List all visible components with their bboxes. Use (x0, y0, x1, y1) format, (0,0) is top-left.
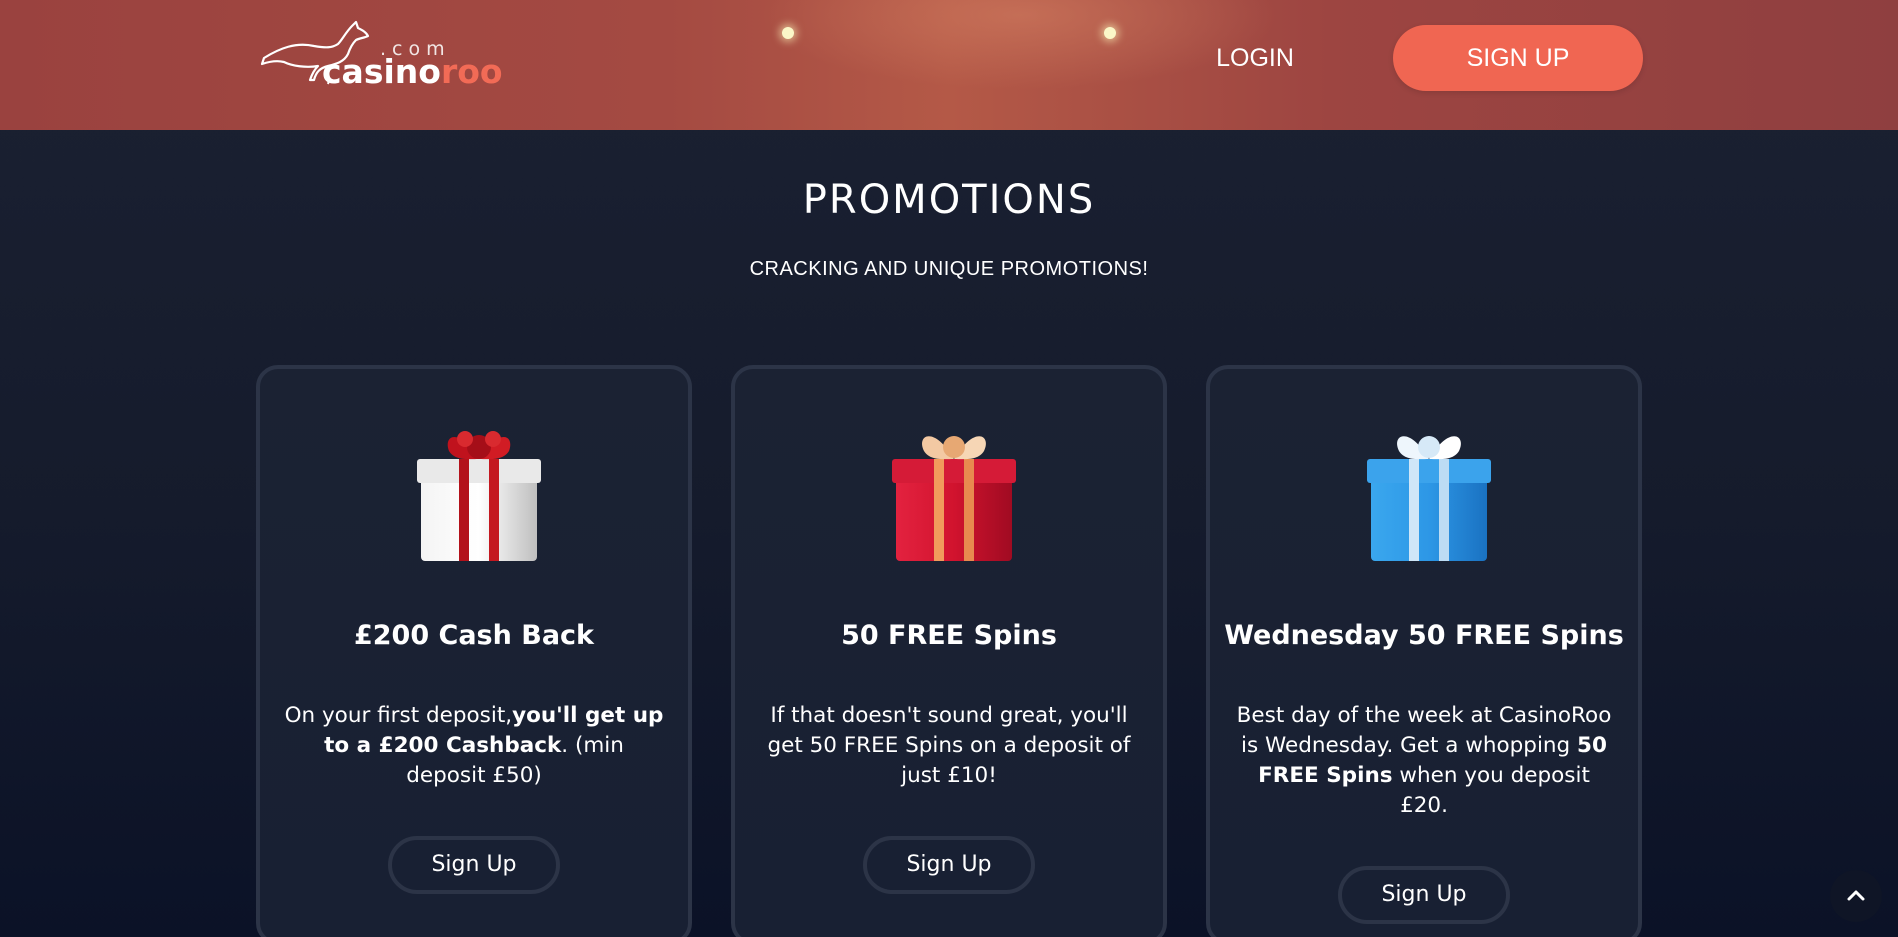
red-gift-box-icon (892, 436, 1016, 561)
white-gift-box-icon (417, 431, 541, 561)
card-signup-button[interactable]: Sign Up (1338, 866, 1510, 924)
card-title: £200 Cash Back (353, 620, 595, 651)
promo-card-free-spins: 50 FREE Spins If that doesn't sound grea… (731, 365, 1167, 937)
section-title: PROMOTIONS (802, 177, 1096, 223)
section-subtitle: CRACKING AND UNIQUE PROMOTIONS! (749, 258, 1149, 280)
card-signup-button[interactable]: Sign Up (863, 836, 1035, 894)
back-to-top-button[interactable] (1830, 870, 1882, 922)
card-description: On your first deposit,you'll get up to a… (282, 701, 666, 791)
login-link[interactable]: LOGIN (1190, 40, 1320, 76)
card-description-text: On your first deposit, (284, 703, 513, 728)
card-title: 50 FREE Spins (841, 620, 1057, 651)
promo-card-wednesday-spins: Wednesday 50 FREE Spins Best day of the … (1206, 365, 1642, 937)
promo-card-cashback: £200 Cash Back On your first deposit,you… (256, 365, 692, 937)
section-title-wrap: PROMOTIONS (0, 170, 1898, 230)
site-logo[interactable]: .com casinoroo (256, 18, 503, 91)
logo-brand-text: casinoroo (322, 52, 503, 91)
site-header: .com casinoroo LOGIN SIGN UP (0, 0, 1898, 130)
blue-gift-box-icon (1367, 436, 1491, 561)
signup-button[interactable]: SIGN UP (1393, 25, 1643, 91)
card-title: Wednesday 50 FREE Spins (1224, 620, 1624, 651)
card-description: Best day of the week at CasinoRoo is Wed… (1232, 701, 1616, 821)
card-signup-button[interactable]: Sign Up (388, 836, 560, 894)
title-right-dot-icon (1104, 27, 1116, 39)
logo-brand-part2: roo (440, 52, 503, 91)
logo-brand-part1: casino (322, 52, 441, 91)
chevron-up-icon (1847, 890, 1865, 901)
card-description: If that doesn't sound great, you'll get … (757, 701, 1141, 791)
card-description-text-2: when you deposit £20. (1392, 763, 1590, 818)
card-description-text: Best day of the week at CasinoRoo is Wed… (1236, 703, 1612, 758)
card-description-text: If that doesn't sound great, you'll get … (767, 703, 1131, 788)
title-left-dot-icon (782, 27, 794, 39)
